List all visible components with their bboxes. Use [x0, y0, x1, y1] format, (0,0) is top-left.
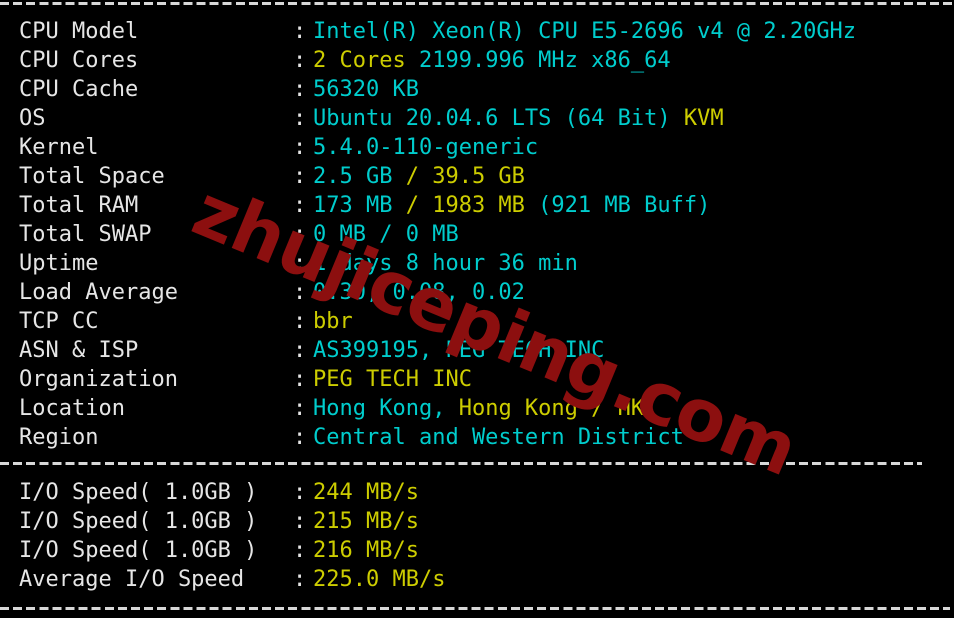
system-info-value: 0 MB / 0 MB [313, 220, 459, 249]
system-info-label: Load Average [19, 280, 178, 305]
value-segment: / 39.5 GB [405, 164, 525, 189]
value-segment: 173 MB [313, 193, 406, 218]
system-info-label: Total Space [19, 164, 165, 189]
colon-separator: : [293, 106, 307, 131]
value-segment: 216 MB/s [313, 538, 419, 563]
colon-separator: : [293, 19, 307, 44]
system-info-value: 0.30, 0.08, 0.02 [313, 278, 525, 307]
system-info-value: bbr [313, 307, 353, 336]
io-speed-label: I/O Speed( 1.0GB ) [19, 509, 258, 534]
colon-separator: : [293, 396, 307, 421]
value-segment: 244 MB/s [313, 480, 419, 505]
system-info-value: AS399195, PEG TECH INC [313, 336, 604, 365]
system-info-label: Total RAM [19, 193, 139, 218]
system-info-label: Region [19, 425, 99, 450]
system-info-value: PEG TECH INC [313, 365, 472, 394]
value-segment: KVM [683, 106, 724, 131]
value-segment: bbr [313, 309, 353, 334]
value-segment: 56320 KB [313, 77, 419, 102]
colon-separator: : [293, 538, 307, 563]
colon-separator: : [293, 251, 307, 276]
value-segment: Hong Kong, [313, 396, 459, 421]
io-speed-label: Average I/O Speed [19, 567, 245, 592]
system-info-label: Location [19, 396, 125, 421]
system-info-label: CPU Cores [19, 48, 139, 73]
io-speed-value: 225.0 MB/s [313, 565, 445, 594]
system-info-value: 1 days 8 hour 36 min [313, 249, 578, 278]
colon-separator: : [293, 222, 307, 247]
colon-separator: : [293, 338, 307, 363]
system-info-value: 56320 KB [313, 75, 419, 104]
io-speed-label: I/O Speed( 1.0GB ) [19, 538, 258, 563]
value-segment: 5.4.0-110-generic [313, 135, 539, 160]
colon-separator: : [293, 135, 307, 160]
system-info-label: Total SWAP [19, 222, 152, 247]
value-segment: Intel(R) Xeon(R) CPU E5-2696 v4 @ 2.20GH… [313, 19, 857, 44]
system-info-label: TCP CC [19, 309, 99, 334]
value-segment: Hong Kong / HK [458, 396, 645, 421]
colon-separator: : [293, 425, 307, 450]
colon-separator: : [293, 77, 307, 102]
value-segment: PEG TECH INC [313, 367, 472, 392]
system-info-label: OS [19, 106, 46, 131]
system-info-label: CPU Model [19, 19, 139, 44]
terminal-window: CPU Model: Intel(R) Xeon(R) CPU E5-2696 v… [0, 0, 954, 618]
value-segment: Central and Western District [313, 425, 684, 450]
system-info-value: Central and Western District [313, 423, 684, 452]
divider-bottom [0, 607, 950, 610]
system-info-label: CPU Cache [19, 77, 139, 102]
colon-separator: : [293, 509, 307, 534]
system-info-value: Intel(R) Xeon(R) CPU E5-2696 v4 @ 2.20GH… [313, 17, 856, 46]
colon-separator: : [293, 48, 307, 73]
value-segment: 1 days 8 hour 36 min [313, 251, 578, 276]
value-segment: Ubuntu 20.04.6 LTS (64 Bit) [313, 106, 684, 131]
value-segment: (921 MB Buff) [538, 193, 711, 218]
colon-separator: : [293, 480, 307, 505]
system-info-label: ASN & ISP [19, 338, 139, 363]
value-segment: 225.0 MB/s [313, 567, 446, 592]
colon-separator: : [293, 309, 307, 334]
system-info-label: Kernel [19, 135, 99, 160]
value-segment: 2 Cores [313, 48, 419, 73]
io-speed-value: 216 MB/s [313, 536, 419, 565]
system-info-value: 5.4.0-110-generic [313, 133, 538, 162]
colon-separator: : [293, 280, 307, 305]
colon-separator: : [293, 567, 307, 592]
system-info-value: 2 Cores 2199.996 MHz x86_64 [313, 46, 671, 75]
value-segment: / 1983 MB [405, 193, 539, 218]
colon-separator: : [293, 367, 307, 392]
value-segment: 215 MB/s [313, 509, 419, 534]
io-speed-label: I/O Speed( 1.0GB ) [19, 480, 258, 505]
value-segment: 0.30, 0.08, 0.02 [313, 280, 525, 305]
value-segment: 0 MB / 0 MB [313, 222, 459, 247]
value-segment: AS399195, PEG TECH INC [313, 338, 605, 363]
value-segment: 2.5 GB [313, 164, 406, 189]
divider-middle [0, 462, 922, 465]
divider-top [0, 2, 954, 5]
io-speed-value: 215 MB/s [313, 507, 419, 536]
system-info-value: 173 MB / 1983 MB (921 MB Buff) [313, 191, 710, 220]
system-info-value: Ubuntu 20.04.6 LTS (64 Bit) KVM [313, 104, 724, 133]
io-speed-value: 244 MB/s [313, 478, 419, 507]
system-info-label: Organization [19, 367, 178, 392]
colon-separator: : [293, 164, 307, 189]
system-info-label: Uptime [19, 251, 99, 276]
colon-separator: : [293, 193, 307, 218]
value-segment: 2199.996 MHz x86_64 [418, 48, 671, 73]
system-info-value: 2.5 GB / 39.5 GB [313, 162, 525, 191]
system-info-value: Hong Kong, Hong Kong / HK [313, 394, 644, 423]
